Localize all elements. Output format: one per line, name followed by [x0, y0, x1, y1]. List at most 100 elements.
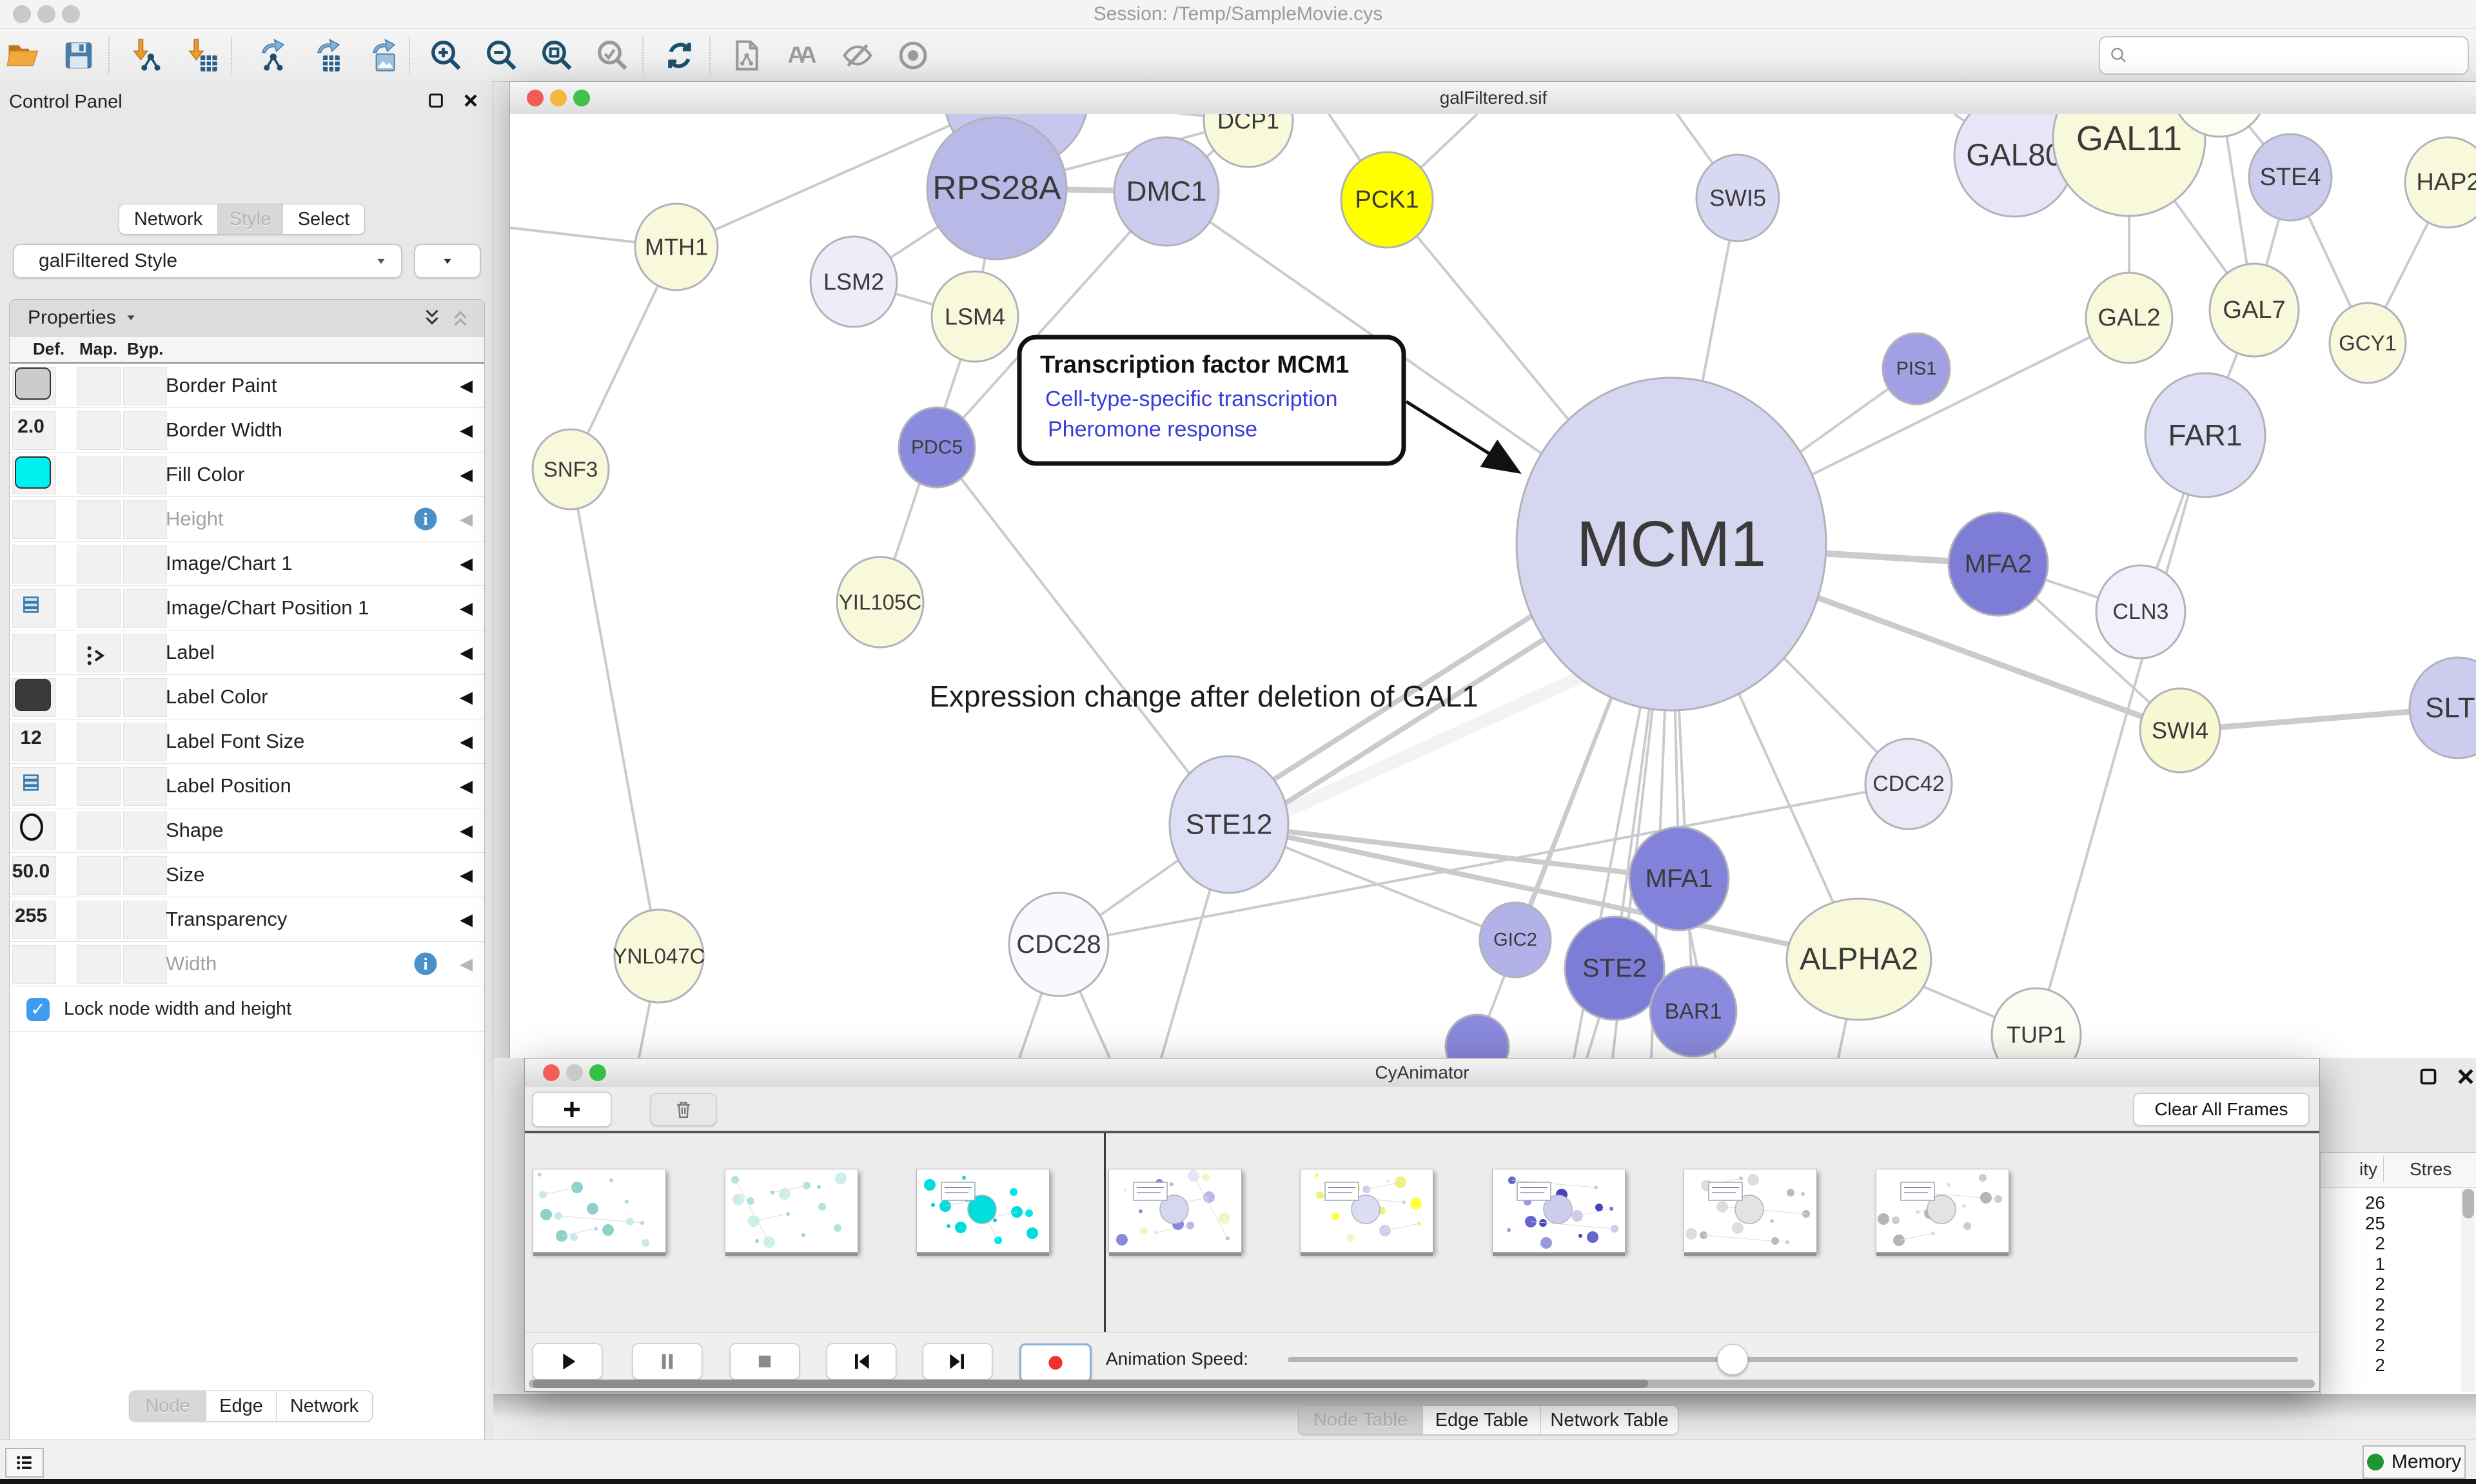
- column-header-stress[interactable]: Stres: [2410, 1159, 2451, 1180]
- default-swatch[interactable]: [15, 456, 51, 489]
- expand-arrow-icon[interactable]: ◀: [460, 897, 473, 941]
- byp-cell[interactable]: [123, 856, 167, 895]
- expand-arrow-icon[interactable]: ◀: [460, 808, 473, 852]
- close-window-icon[interactable]: [13, 5, 31, 23]
- save-button[interactable]: [61, 37, 97, 73]
- annotation-link[interactable]: Cell-type-specific transcription: [1045, 387, 1338, 411]
- timeline-frame-3[interactable]: [1108, 1169, 1242, 1253]
- byp-cell[interactable]: [123, 589, 167, 628]
- delete-frame-button[interactable]: [651, 1093, 716, 1126]
- tab-node-table[interactable]: Node Table: [1299, 1406, 1423, 1434]
- table-cell-value[interactable]: 2: [2321, 1335, 2385, 1356]
- default-value[interactable]: 50.0: [10, 853, 52, 890]
- map-cell[interactable]: [77, 767, 121, 806]
- timeline-frame-7[interactable]: [1876, 1169, 2009, 1253]
- refresh-button[interactable]: [662, 37, 698, 73]
- expand-arrow-icon[interactable]: ◀: [460, 630, 473, 674]
- minimize-window-icon[interactable]: [566, 1064, 583, 1081]
- collapse-all-icon[interactable]: [449, 307, 471, 329]
- expand-arrow-icon[interactable]: ◀: [460, 764, 473, 808]
- byp-cell[interactable]: [123, 767, 167, 806]
- clipboard-button[interactable]: [729, 37, 765, 73]
- expand-arrow-icon[interactable]: ◀: [460, 719, 473, 763]
- annotation-link[interactable]: Pheromone response: [1048, 417, 1257, 442]
- zoom-window-icon[interactable]: [589, 1064, 606, 1081]
- expand-arrow-icon[interactable]: ◀: [460, 853, 473, 897]
- expand-arrow-icon[interactable]: ◀: [460, 408, 473, 452]
- expand-arrow-icon[interactable]: ◀: [460, 497, 473, 541]
- column-header-ity[interactable]: ity: [2321, 1159, 2377, 1180]
- stop-button[interactable]: [730, 1343, 800, 1380]
- zoom-in-button[interactable]: [428, 37, 464, 73]
- info-icon[interactable]: i: [412, 950, 439, 977]
- byp-cell[interactable]: [123, 411, 167, 450]
- float-panel-icon[interactable]: [426, 90, 446, 111]
- skip-end-button[interactable]: [923, 1343, 992, 1380]
- default-value[interactable]: 255: [10, 897, 52, 935]
- property-row[interactable]: Width i◀: [10, 942, 484, 986]
- map-cell[interactable]: [77, 945, 121, 984]
- expand-arrow-icon[interactable]: ◀: [460, 453, 473, 496]
- import-table-button[interactable]: [183, 37, 219, 73]
- property-row[interactable]: Image/Chart Position 1 ◀: [10, 586, 484, 630]
- task-history-button[interactable]: [5, 1448, 44, 1478]
- minimize-window-icon[interactable]: [550, 90, 567, 106]
- table-cell-value[interactable]: 26: [2321, 1193, 2385, 1213]
- def-cell[interactable]: [12, 500, 56, 539]
- discrete-mapping-icon[interactable]: [82, 641, 108, 670]
- property-row[interactable]: 50.0 Size ◀: [10, 853, 484, 897]
- map-cell[interactable]: [77, 367, 121, 405]
- tab-edge[interactable]: Edge: [206, 1391, 277, 1421]
- table-cell-value[interactable]: 1: [2321, 1254, 2385, 1274]
- map-cell[interactable]: [77, 678, 121, 717]
- show-button[interactable]: [895, 37, 931, 73]
- timeline-frame-1[interactable]: [725, 1169, 858, 1253]
- property-row[interactable]: 255 Transparency ◀: [10, 897, 484, 942]
- style-options-button[interactable]: [414, 244, 481, 278]
- byp-cell[interactable]: [123, 723, 167, 761]
- map-cell[interactable]: [77, 500, 121, 539]
- export-image-button[interactable]: [361, 37, 397, 73]
- default-swatch[interactable]: [15, 367, 51, 400]
- position-icon[interactable]: [19, 594, 43, 616]
- minimize-window-icon[interactable]: [37, 5, 55, 23]
- network-canvas[interactable]: RPS28BDCP1RPS28ADMC1PCK1SWI5GAL80GAL11ST…: [510, 114, 2476, 1058]
- def-cell[interactable]: [12, 945, 56, 984]
- table-cell-value[interactable]: 2: [2321, 1355, 2385, 1376]
- table-cell-value[interactable]: 25: [2321, 1213, 2385, 1234]
- byp-cell[interactable]: [123, 634, 167, 672]
- byp-cell[interactable]: [123, 456, 167, 494]
- property-row[interactable]: Border Paint ◀: [10, 364, 484, 408]
- zoom-fit-button[interactable]: [539, 37, 575, 73]
- zoom-window-icon[interactable]: [573, 90, 590, 106]
- expand-arrow-icon[interactable]: ◀: [460, 542, 473, 585]
- playhead[interactable]: [1104, 1133, 1106, 1332]
- byp-cell[interactable]: [123, 500, 167, 539]
- byp-cell[interactable]: [123, 678, 167, 717]
- import-network-button[interactable]: [128, 37, 164, 73]
- table-cell-value[interactable]: 2: [2321, 1274, 2385, 1294]
- byp-cell[interactable]: [123, 901, 167, 939]
- tab-style[interactable]: Style: [218, 204, 283, 234]
- property-row[interactable]: Label Position ◀: [10, 764, 484, 808]
- close-window-icon[interactable]: [543, 1064, 560, 1081]
- byp-cell[interactable]: [123, 367, 167, 405]
- map-cell[interactable]: [77, 901, 121, 939]
- tab-network[interactable]: Network: [119, 204, 218, 234]
- zoom-window-icon[interactable]: [62, 5, 80, 23]
- timeline-frame-5[interactable]: [1492, 1169, 1626, 1253]
- timeline-scrollbar[interactable]: [529, 1380, 2315, 1388]
- timeline[interactable]: 0123456789Seconds: [525, 1133, 2319, 1332]
- record-button[interactable]: [1019, 1343, 1092, 1382]
- edge[interactable]: [571, 469, 659, 956]
- export-network-button[interactable]: [250, 37, 286, 73]
- position-icon[interactable]: [19, 772, 43, 794]
- expand-arrow-icon[interactable]: ◀: [460, 586, 473, 630]
- annotation-callout[interactable]: Transcription factor MCM1 Cell-type-spec…: [1019, 337, 1513, 469]
- lock-row[interactable]: ✓ Lock node width and height: [10, 986, 484, 1032]
- cyanimator-titlebar[interactable]: CyAnimator: [525, 1059, 2319, 1088]
- map-cell[interactable]: [77, 589, 121, 628]
- zoom-out-button[interactable]: [484, 37, 520, 73]
- property-row[interactable]: 2.0 Border Width ◀: [10, 408, 484, 453]
- binoculars-button[interactable]: [784, 37, 820, 73]
